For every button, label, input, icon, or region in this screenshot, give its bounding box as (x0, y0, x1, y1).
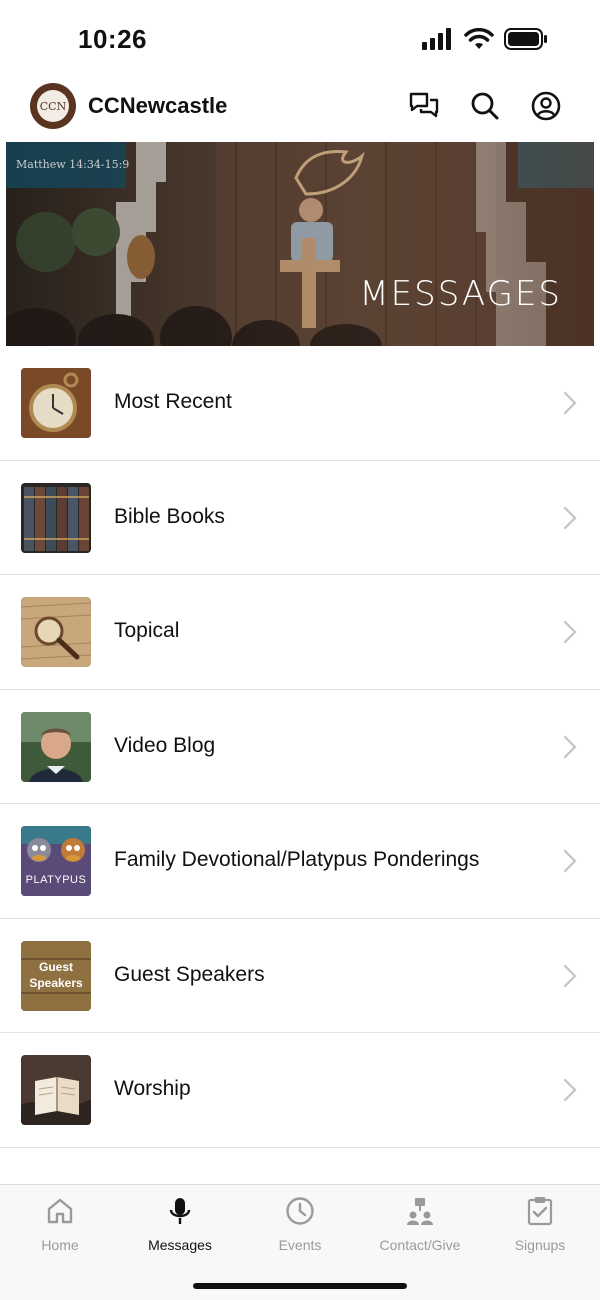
status-bar: 10:26 (0, 0, 600, 80)
magnifier-thumb (21, 597, 91, 667)
chevron-right-icon (563, 735, 577, 758)
app-logo: CCN (30, 83, 76, 129)
cellular-signal-icon (422, 28, 451, 50)
chat-button[interactable] (408, 90, 440, 122)
tab-label: Signups (514, 1237, 566, 1253)
chevron-right-icon (563, 506, 577, 529)
list-item-label: Topical (114, 619, 180, 642)
open-bible-thumb (21, 1055, 91, 1125)
list-item-label: Worship (114, 1077, 191, 1100)
logo-text: CCN (37, 90, 69, 122)
tab-contact-give[interactable]: Contact/Give (360, 1195, 480, 1259)
list-item-most-recent[interactable]: Most Recent (0, 346, 600, 461)
search-button[interactable] (469, 90, 501, 122)
chevron-right-icon (563, 1078, 577, 1102)
platypus-thumb-text: PLATYPUS (25, 874, 87, 886)
list-item-bible-books[interactable]: Bible Books (0, 461, 600, 575)
chevron-right-icon (563, 964, 577, 987)
portrait-thumb (21, 711, 91, 782)
list-item-worship[interactable]: Worship (0, 1033, 600, 1148)
tab-events[interactable]: Events (240, 1195, 360, 1259)
tab-bar: Home Messages Events Contact/Give Signup… (0, 1184, 600, 1300)
profile-button[interactable] (530, 90, 562, 122)
list-item-label: Bible Books (114, 504, 225, 528)
list-item-label: Video Blog (114, 733, 216, 757)
books-thumb (21, 482, 91, 553)
tab-label: Contact/Give (379, 1237, 461, 1253)
search-icon (471, 92, 499, 120)
status-time: 10:26 (78, 24, 147, 54)
clock-icon (284, 1195, 316, 1227)
list-item-topical[interactable]: Topical (0, 575, 600, 690)
guest-speakers-thumb: Guest Speakers (21, 940, 91, 1011)
list-item-label: Family Devotional/Platypus Ponderings (114, 848, 480, 871)
tab-label: Messages (148, 1237, 212, 1253)
status-icons (422, 28, 548, 50)
messages-list: Most Recent Bible Books Topical Video Bl… (0, 346, 600, 1148)
chat-icon (409, 92, 439, 118)
banner-artwork: Matthew 14:34-15:9 (6, 142, 594, 346)
home-icon (44, 1195, 76, 1227)
list-item-video-blog[interactable]: Video Blog (0, 690, 600, 804)
people-icon (404, 1195, 436, 1227)
tab-signups[interactable]: Signups (480, 1195, 600, 1259)
clipboard-check-icon (524, 1195, 556, 1227)
messages-banner: Matthew 14:34-15:9 MESSAGES (6, 142, 594, 346)
home-indicator (193, 1283, 407, 1289)
chevron-right-icon (563, 391, 577, 415)
battery-icon (504, 28, 547, 50)
app-header: CCN CCNewcastle (0, 80, 600, 140)
list-item-label: Most Recent (114, 390, 232, 413)
pocket-watch-thumb (21, 368, 91, 438)
app-title: CCNewcastle (88, 93, 228, 118)
wifi-icon (464, 28, 494, 49)
chevron-right-icon (563, 849, 577, 873)
banner-title: MESSAGES (359, 274, 562, 314)
tab-home[interactable]: Home (0, 1195, 120, 1259)
profile-icon (531, 91, 561, 121)
tab-messages[interactable]: Messages (120, 1195, 240, 1259)
list-item-label: Guest Speakers (114, 962, 265, 986)
guest-speakers-thumb-text: Guest Speakers (29, 959, 83, 990)
list-item-family-devotional[interactable]: PLATYPUS Family Devotional/Platypus Pond… (0, 804, 600, 919)
microphone-icon (164, 1195, 196, 1227)
list-item-guest-speakers[interactable]: Guest Speakers Guest Speakers (0, 919, 600, 1033)
tab-label: Events (278, 1237, 322, 1253)
platypus-thumb: PLATYPUS (21, 826, 91, 896)
tab-label: Home (41, 1237, 79, 1253)
chevron-right-icon (563, 620, 577, 644)
